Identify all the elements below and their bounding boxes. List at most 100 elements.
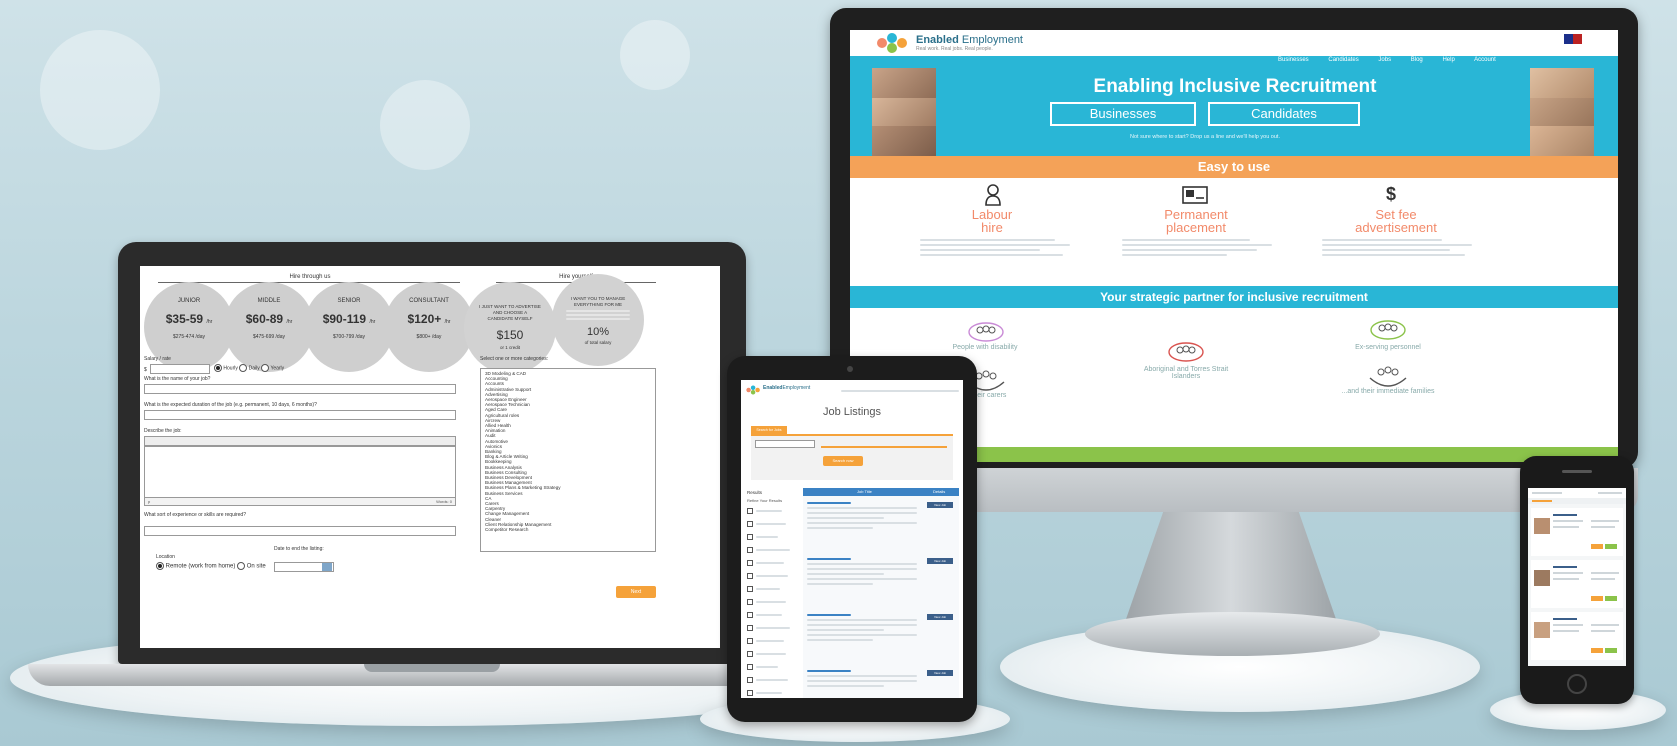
nav-item-businesses[interactable]: Businesses	[1278, 57, 1309, 63]
shortlist-button[interactable]	[1605, 596, 1617, 601]
filter-checkbox[interactable]	[747, 625, 753, 631]
partner-caption: Aboriginal and Torres Strait Islanders	[1143, 366, 1229, 380]
yearly-radio[interactable]	[261, 364, 270, 372]
filter-checkbox[interactable]	[747, 677, 753, 683]
contact-button[interactable]	[1591, 648, 1603, 653]
categories-list[interactable]: 3D Modeling & CAD Accounting Accounts Admin…	[480, 368, 656, 552]
view-job-button[interactable]: View Job	[927, 614, 953, 620]
filter-checkbox[interactable]	[747, 547, 753, 553]
filter-checkbox[interactable]	[747, 599, 753, 605]
remote-radio[interactable]	[156, 562, 164, 570]
salary-input[interactable]	[150, 364, 210, 374]
filter-checkbox[interactable]	[747, 508, 753, 514]
flag-icon[interactable]	[1564, 34, 1582, 44]
hourly-radio[interactable]	[214, 364, 222, 372]
category-option[interactable]: Competitor Research	[485, 527, 651, 532]
brand-name[interactable]: Enabled	[763, 385, 782, 391]
nav-item-jobs[interactable]: Jobs	[1378, 57, 1391, 63]
editor-toolbar[interactable]	[144, 436, 456, 446]
plan-hourly-unit: /hr	[444, 319, 451, 325]
shortlist-button[interactable]	[1605, 648, 1617, 653]
page-title: Job Listings	[822, 406, 882, 418]
phone-tabs[interactable]	[1528, 498, 1626, 504]
service-title-line: advertisement	[1355, 220, 1437, 235]
plan-hourly-unit: /hr	[206, 319, 213, 325]
nav-item-blog[interactable]: Blog	[1411, 57, 1423, 63]
experience-input[interactable]	[144, 526, 456, 536]
filter-checkbox[interactable]	[747, 638, 753, 644]
filter-checkbox[interactable]	[747, 586, 753, 592]
candidates-button[interactable]: Candidates	[1208, 102, 1360, 126]
nav-item-account[interactable]: Account	[1474, 57, 1496, 63]
plan-hourly-unit: /hr	[286, 319, 293, 325]
plan-middle[interactable]: MIDDLE $60-89 /hr $475-699 /day	[224, 282, 314, 372]
editor-statusbar: p Words: 0	[144, 498, 456, 506]
filter-checkbox[interactable]	[747, 664, 753, 670]
rate-options: Hourly Daily Yearly	[214, 364, 284, 372]
next-button[interactable]: Next	[616, 586, 656, 598]
job-name-input[interactable]	[144, 384, 456, 394]
plan-consultant[interactable]: CONSULTANT $120+ /hr $800+ /day	[384, 282, 474, 372]
nav-item-candidates[interactable]: Candidates	[1328, 57, 1358, 63]
background-bokeh	[40, 30, 160, 150]
nav-item-help[interactable]: Help	[1442, 57, 1454, 63]
candidate-card[interactable]	[1531, 560, 1623, 608]
service-title: Permanent placement	[1126, 208, 1266, 234]
view-job-button[interactable]: View Job	[927, 502, 953, 508]
plan-name: JUNIOR	[177, 298, 201, 304]
calendar-icon[interactable]	[322, 563, 332, 571]
search-tab[interactable]: Search for Jobs	[751, 426, 787, 434]
candidate-card[interactable]	[1531, 612, 1623, 660]
filter-checkbox[interactable]	[747, 690, 753, 696]
filter-checkbox[interactable]	[747, 521, 753, 527]
businesses-button[interactable]: Businesses	[1050, 102, 1196, 126]
search-now-button[interactable]: Search now	[823, 456, 863, 466]
date-label: Date to end the listing:	[274, 546, 324, 552]
plan-daily: $475-699	[253, 334, 275, 340]
location-slider[interactable]	[821, 446, 947, 448]
filter-checkbox[interactable]	[747, 560, 753, 566]
job-row[interactable]	[807, 614, 917, 641]
tablet-screen: EnabledEmployment Job Listings Search fo…	[741, 380, 963, 698]
filter-checkbox[interactable]	[747, 534, 753, 540]
duration-input[interactable]	[144, 410, 456, 420]
brand-name-suffix[interactable]: Employment	[962, 34, 1023, 46]
shortlist-button[interactable]	[1605, 544, 1617, 549]
plan-name: SENIOR	[337, 298, 361, 304]
contact-button[interactable]	[1591, 544, 1603, 549]
service-title-line: hire	[981, 220, 1003, 235]
filter-checkbox[interactable]	[747, 612, 753, 618]
daily-radio[interactable]	[239, 364, 248, 372]
brand-logo-icon[interactable]	[874, 32, 914, 54]
brand-name[interactable]: Enabled	[916, 34, 959, 46]
job-row[interactable]	[807, 558, 917, 585]
view-job-button[interactable]: View Job	[927, 558, 953, 564]
avatar	[1534, 518, 1550, 534]
hero-hint[interactable]: Not sure where to start? Drop us a line …	[1050, 134, 1360, 140]
brand-name-suffix[interactable]: Employment	[782, 385, 810, 391]
option-price: $150	[496, 328, 524, 342]
column-header: Details	[933, 489, 946, 494]
filter-checkbox[interactable]	[747, 573, 753, 579]
job-row[interactable]	[807, 670, 917, 687]
brand-logo-icon[interactable]	[745, 384, 763, 396]
contact-button[interactable]	[1591, 596, 1603, 601]
rate-option-label: Yearly	[270, 365, 285, 372]
candidate-card[interactable]	[1531, 508, 1623, 556]
plan-senior[interactable]: SENIOR $90-119 /hr $700-799 /day	[304, 282, 394, 372]
currency-symbol: $	[144, 367, 147, 373]
phone-home-button	[1567, 674, 1587, 694]
hero-photo	[872, 98, 936, 126]
option-managed[interactable]: I WANT YOU TO MANAGE EVERYTHING FOR ME 1…	[552, 274, 644, 366]
view-job-button[interactable]: View Job	[927, 670, 953, 676]
person-icon	[985, 184, 1001, 206]
onsite-radio[interactable]	[237, 562, 246, 570]
description-editor[interactable]	[144, 446, 456, 498]
option-fineprint	[566, 310, 630, 320]
laptop-trackpad-notch	[364, 664, 500, 672]
hero-photo	[1530, 68, 1594, 98]
filter-checkbox[interactable]	[747, 651, 753, 657]
keyword-input[interactable]	[755, 440, 815, 448]
tablet-nav[interactable]	[841, 390, 959, 392]
job-row[interactable]	[807, 502, 917, 529]
